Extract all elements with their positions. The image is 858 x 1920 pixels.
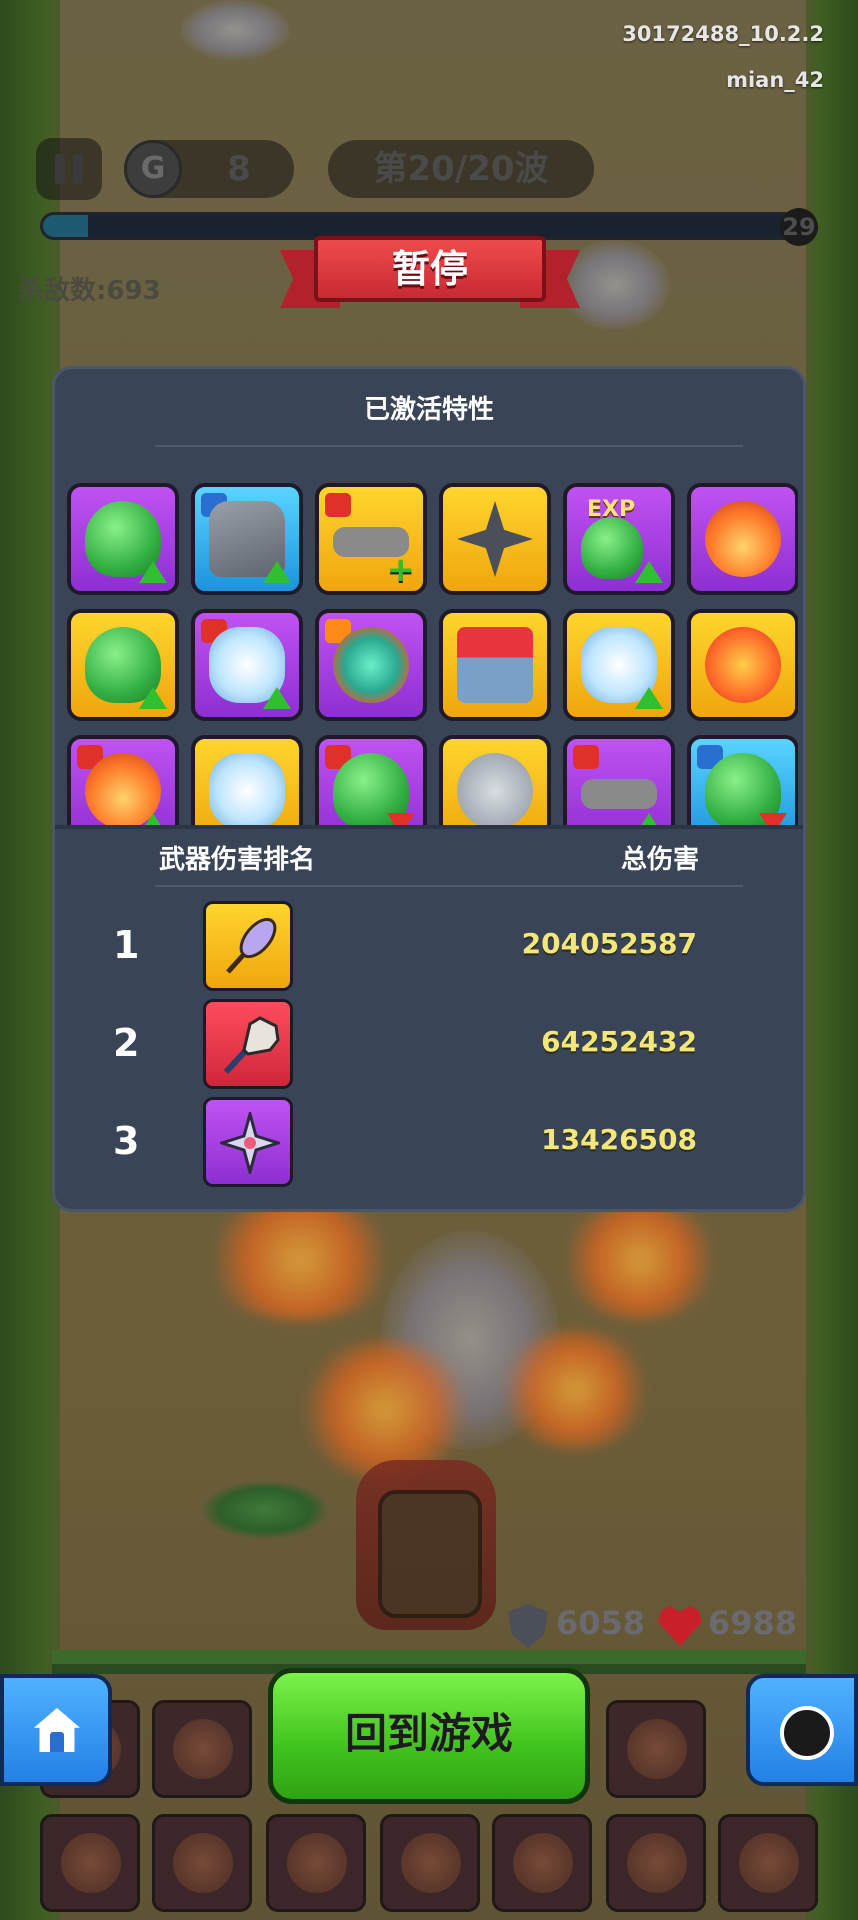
rank-number: 2 [113,1021,140,1065]
player-name: mian_42 [726,68,824,92]
tornado-effect [180,0,290,60]
hero-backpack [378,1490,482,1618]
tornado-up-icon[interactable] [191,609,303,721]
weapon-slot [152,1700,252,1798]
pause-button[interactable] [36,138,102,200]
pause-icon [73,154,83,184]
weapon-slot [606,1814,706,1912]
shop-icon[interactable] [439,609,551,721]
ranking-row: 3 13426508 [55,1097,803,1189]
wave-counter: 第20/20波 [328,140,594,198]
ranking-row: 2 64252432 [55,999,803,1091]
resume-game-button[interactable]: 回到游戏 [268,1668,590,1804]
explosion-effect [500,1330,650,1450]
pause-panel: 已激活特性 + EXP 武器伤害排名 总伤害 1 204052587 2 642… [52,366,806,1212]
belt-plus-icon[interactable]: + [315,483,427,595]
feather-duster-icon [203,999,293,1089]
feather-staff-icon [203,901,293,991]
weapon-slot [380,1814,480,1912]
explosion-effect [560,1200,720,1320]
fire-slime-icon[interactable] [315,609,427,721]
total-damage-heading: 总伤害 [620,845,699,875]
slime-down-icon[interactable] [687,735,798,827]
slime-coins-up-icon[interactable] [67,609,179,721]
fireball-icon[interactable] [687,483,798,595]
explosion-effect [200,1200,400,1320]
explosion-effect [300,1340,470,1480]
glove-up-icon[interactable] [191,483,303,595]
traits-heading: 已激活特性 [363,395,494,425]
weapon-slot [40,1814,140,1912]
enemy-bird [200,1480,330,1540]
pause-title: 暂停 [314,236,546,302]
weapon-slot [606,1700,706,1798]
health-value: 6988 [708,1604,798,1642]
divider [155,445,743,447]
belt-up-icon[interactable] [563,735,675,827]
weapon-slot [492,1814,592,1912]
xp-fill [43,215,89,237]
weapon-slot [152,1814,252,1912]
settings-button[interactable] [746,1674,858,1786]
traits-grid[interactable]: + EXP [63,477,798,827]
coin-count: 8 [227,149,251,189]
damage-value: 64252432 [541,1025,697,1058]
divider [55,825,803,829]
fireball-up-icon[interactable] [67,735,179,827]
triple-tornado-up-icon[interactable] [563,609,675,721]
pause-banner: 暂停 [280,236,580,314]
ranking-row: 1 204052587 [55,901,803,993]
build-id: 30172488_10.2.2 [622,22,824,46]
rank-number: 1 [113,923,140,967]
coin-icon: G [124,140,182,198]
coin-counter: G 8 [124,140,294,198]
slime-down-icon[interactable] [315,735,427,827]
shuriken-icon[interactable] [439,483,551,595]
slime-coins-up-icon[interactable] [67,483,179,595]
weapon-slot [266,1814,366,1912]
gear-icon [780,1706,834,1760]
tornado-wings-icon[interactable] [191,735,303,827]
exp-slime-up-icon[interactable]: EXP [563,483,675,595]
rank-number: 3 [113,1119,140,1163]
ranking-heading: 武器伤害排名 [159,845,316,875]
shield-value: 6058 [556,1604,646,1642]
coin-stack-icon[interactable] [439,735,551,827]
health-bar [52,1650,806,1664]
divider [155,885,743,887]
weapon-slot [718,1814,818,1912]
shuriken-icon [203,1097,293,1187]
explosion-expand-icon[interactable] [687,609,798,721]
damage-value: 204052587 [521,927,697,960]
pause-icon [55,154,65,184]
resume-label: 回到游戏 [344,1709,513,1758]
player-level: 29 [780,208,818,246]
damage-value: 13426508 [541,1123,697,1156]
kill-count: 杀敌数:693 [18,276,161,306]
home-button[interactable] [0,1674,112,1786]
grass-right [806,0,858,1920]
